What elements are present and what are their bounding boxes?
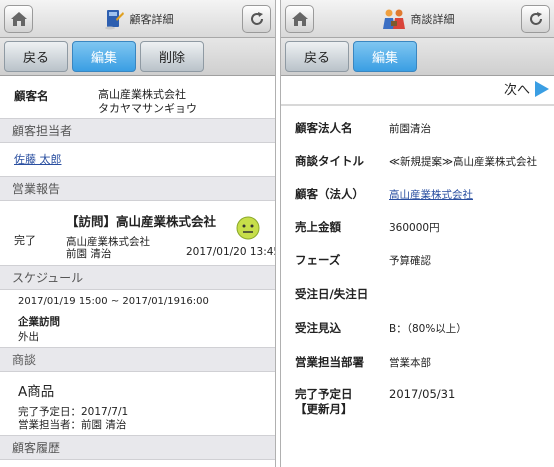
field-label: 受注日/失注日 — [295, 287, 369, 301]
report-person: 前園 清治 — [66, 248, 112, 260]
page-title: 商談詳細 — [321, 0, 514, 38]
schedule-range: 2017/01/19 15:00 ~ 2017/01/1916:00 — [18, 296, 209, 307]
field-label: 顧客（法人） — [295, 187, 364, 201]
field-label: 完了予定日 — [295, 387, 353, 401]
title-text: 顧客詳細 — [129, 13, 174, 26]
owner-row[interactable]: 佐藤 太郎 — [14, 151, 275, 167]
field-row: 営業担当部署 営業本部 — [281, 354, 554, 374]
schedule-item[interactable]: 2017/01/19 15:00 ~ 2017/01/1916:00 企業訪問 … — [0, 294, 275, 344]
refresh-icon — [529, 12, 542, 25]
neutral-face-icon — [236, 216, 260, 240]
section-owner: 顧客担当者 — [0, 118, 275, 143]
title-bar: 商談詳細 — [281, 0, 554, 38]
refresh-button[interactable] — [242, 5, 271, 33]
next-label: 次へ — [503, 83, 530, 98]
divider — [281, 104, 554, 106]
back-button[interactable]: 戻る — [4, 41, 68, 72]
home-button[interactable] — [4, 5, 33, 33]
next-link[interactable]: 次へ — [504, 79, 550, 98]
field-value: ≪新規提案≫高山産業株式会社 — [389, 156, 537, 168]
customer-name-label: 顧客名 — [14, 89, 49, 103]
field-row: 完了予定日 2017/05/31 【更新月】 — [281, 386, 554, 416]
field-label: 受注見込 — [295, 321, 341, 335]
deal-owner: 営業担当者：前園 清治 — [18, 419, 127, 431]
page-title: 顧客詳細 — [40, 0, 235, 38]
home-button[interactable] — [285, 5, 314, 33]
field-row: 売上金額 360000円 — [281, 219, 554, 239]
action-toolbar: 戻る 編集 削除 — [0, 38, 275, 76]
home-icon — [291, 12, 308, 26]
report-status: 完了 — [14, 234, 36, 247]
back-button[interactable]: 戻る — [285, 41, 349, 72]
report-datetime: 2017/01/20 13:45 — [186, 246, 276, 258]
field-value: 営業本部 — [389, 357, 431, 369]
delete-button[interactable]: 削除 — [140, 41, 204, 72]
title-bar: 顧客詳細 — [0, 0, 275, 38]
field-value: 2017/05/31 — [389, 387, 456, 401]
deal-detail-panel: 商談詳細 戻る 編集 次へ 顧客法人名 前園清治商談タイトル ≪新規提案≫高山産業株… — [280, 0, 554, 467]
field-value: 予算確認 — [389, 255, 431, 267]
field-row: 顧客（法人） 高山産業株式会社 — [281, 186, 554, 206]
section-report: 営業報告 — [0, 176, 275, 201]
field-label: 顧客法人名 — [295, 121, 353, 135]
play-arrow-icon — [535, 80, 549, 97]
action-toolbar: 戻る 編集 — [281, 38, 554, 76]
refresh-icon — [250, 12, 263, 25]
edit-button[interactable]: 編集 — [72, 41, 136, 72]
section-schedule: スケジュール — [0, 265, 275, 290]
field-label: フェーズ — [295, 253, 341, 267]
report-title: 【訪問】高山産業株式会社 — [66, 214, 217, 229]
field-row: 商談タイトル ≪新規提案≫高山産業株式会社 — [281, 153, 554, 173]
field-label: 営業担当部署 — [295, 355, 364, 369]
report-item[interactable]: 完了 【訪問】高山産業株式会社 高山産業株式会社 前園 清治 2017/01/2… — [0, 206, 275, 262]
field-row: フェーズ 予算確認 — [281, 252, 554, 272]
customer-detail-panel: 顧客詳細 戻る 編集 削除 顧客名 高山産業株式会社 タカヤマサンギョウ 顧客担… — [0, 0, 276, 467]
field-label: 売上金額 — [295, 220, 341, 234]
deal-name: A商品 — [18, 384, 55, 400]
updated-label: 【更新月】 — [295, 402, 353, 416]
field-value: 360000円 — [389, 222, 440, 234]
field-label: 商談タイトル — [295, 154, 364, 168]
title-text: 商談詳細 — [410, 13, 455, 26]
edit-button[interactable]: 編集 — [353, 41, 417, 72]
home-icon — [10, 12, 27, 26]
field-value: 前園清治 — [389, 123, 431, 135]
field-value[interactable]: 高山産業株式会社 — [389, 187, 473, 202]
customer-kana-value: タカヤマサンギョウ — [98, 102, 197, 115]
refresh-button[interactable] — [521, 5, 550, 33]
deal-item[interactable]: A商品 完了予定日：2017/7/1 営業担当者：前園 清治 — [0, 376, 275, 432]
section-history: 顧客履歴 — [0, 435, 275, 460]
schedule-title: 企業訪問 — [18, 316, 60, 328]
schedule-detail: 外出 — [18, 331, 39, 343]
owner-link[interactable]: 佐藤 太郎 — [14, 153, 62, 166]
section-deal: 商談 — [0, 347, 275, 372]
customer-book-icon — [104, 10, 124, 30]
field-row: 受注見込 B：（80%以上） — [281, 320, 554, 340]
field-row: 受注日/失注日 — [281, 286, 554, 306]
field-row: 顧客法人名 前園清治 — [281, 120, 554, 140]
business-people-icon — [382, 9, 405, 29]
field-value: B：（80%以上） — [389, 323, 467, 335]
